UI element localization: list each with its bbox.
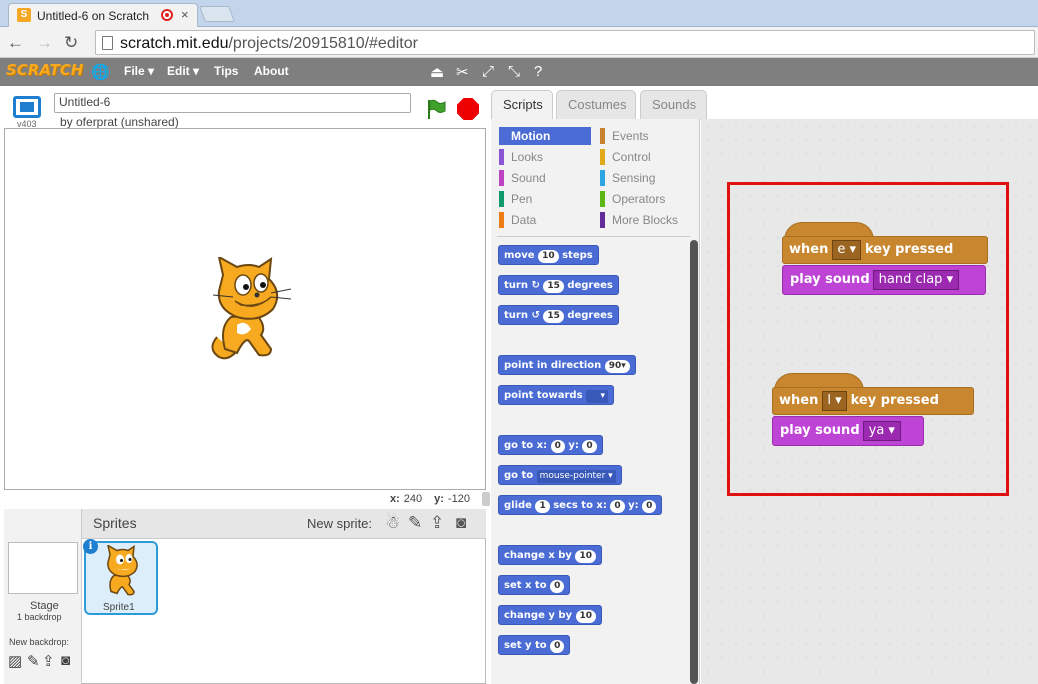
when-key-pressed-block[interactable]: when l ▾ key pressed xyxy=(772,387,974,415)
palette-scrollbar[interactable] xyxy=(690,240,698,684)
stage-thumbnail[interactable] xyxy=(8,542,78,594)
new-tab-button[interactable] xyxy=(199,6,235,22)
forward-icon[interactable]: → xyxy=(36,33,53,53)
duplicate-icon[interactable]: ⏏ xyxy=(430,63,444,81)
tab-sounds[interactable]: Sounds xyxy=(640,90,707,120)
scratch-logo[interactable]: SCRATCH xyxy=(6,61,83,79)
play-sound-block[interactable]: play sound ya ▾ xyxy=(772,416,924,446)
url-text: scratch.mit.edu/projects/20915810/#edito… xyxy=(120,35,418,52)
block-change-x[interactable]: change x by 10 xyxy=(498,545,602,565)
block-set-y[interactable]: set y to 0 xyxy=(498,635,571,655)
new-sprite-label: New sprite: xyxy=(307,516,373,531)
address-bar-row: ← → ↻ scratch.mit.edu/projects/20915810/… xyxy=(0,27,1038,58)
turn-left-icon: ↺ xyxy=(531,310,540,321)
category-sensing[interactable]: Sensing xyxy=(600,169,655,187)
fullscreen-icon[interactable] xyxy=(13,96,41,118)
scratch-favicon-icon: S xyxy=(17,8,31,22)
block-go-to-xy[interactable]: go to x: 0 y: 0 xyxy=(498,435,603,455)
camera-sprite-icon[interactable]: ◙ xyxy=(456,513,466,533)
scratch-cat-sprite[interactable] xyxy=(197,257,293,363)
menu-file[interactable]: File ▾ xyxy=(124,64,154,78)
green-flag-icon[interactable] xyxy=(425,98,447,120)
turn-right-icon: ↻ xyxy=(531,280,540,291)
grow-icon[interactable]: ⤢ xyxy=(482,63,494,80)
block-move-steps[interactable]: move 10 steps xyxy=(498,245,599,265)
backdrop-count: 1 backdrop xyxy=(17,612,62,622)
project-title-input[interactable]: Untitled-6 xyxy=(54,93,411,113)
paint-backdrop-icon[interactable]: ✎ xyxy=(27,652,40,670)
category-operators[interactable]: Operators xyxy=(600,190,665,208)
camera-backdrop-icon[interactable]: ◙ xyxy=(61,652,70,669)
block-set-x[interactable]: set x to 0 xyxy=(498,575,571,595)
block-change-y[interactable]: change y by 10 xyxy=(498,605,603,625)
menu-about[interactable]: About xyxy=(254,64,289,78)
shrink-icon[interactable]: ⤡ xyxy=(508,63,520,80)
key-dropdown[interactable]: e ▾ xyxy=(832,240,861,260)
stage-canvas[interactable] xyxy=(4,128,486,490)
upload-backdrop-icon[interactable]: ⇪ xyxy=(42,652,55,670)
backdrop-library-icon[interactable]: ▨ xyxy=(8,652,22,670)
back-icon[interactable]: ← xyxy=(7,33,24,53)
key-dropdown[interactable]: l ▾ xyxy=(822,391,847,411)
palette-divider xyxy=(497,236,690,237)
block-turn-right[interactable]: turn ↻ 15 degrees xyxy=(498,275,619,295)
tab-title: Untitled-6 on Scratch xyxy=(37,9,150,23)
upload-sprite-icon[interactable]: ⇪ xyxy=(430,513,444,533)
project-byline: by oferprat (unshared) xyxy=(60,115,179,129)
scratch-menubar: SCRATCH 🌐 File ▾ Edit ▾ Tips About ⏏ ✂ ⤢… xyxy=(0,58,1038,86)
block-glide[interactable]: glide 1 secs to x: 0 y: 0 xyxy=(498,495,663,515)
reload-icon[interactable]: ↻ xyxy=(64,33,78,53)
category-sound[interactable]: Sound xyxy=(499,169,546,187)
category-control[interactable]: Control xyxy=(600,148,651,166)
category-motion[interactable]: Motion xyxy=(499,127,591,145)
play-sound-block[interactable]: play sound hand clap ▾ xyxy=(782,265,986,295)
block-turn-left[interactable]: turn ↺ 15 degrees xyxy=(498,305,619,325)
tab-costumes[interactable]: Costumes xyxy=(556,90,636,120)
delete-icon[interactable]: ✂ xyxy=(456,63,469,81)
mouse-coordinates: x: 240 y: -120 xyxy=(390,493,470,505)
sound-dropdown[interactable]: ya ▾ xyxy=(862,421,901,441)
category-data[interactable]: Data xyxy=(499,211,536,229)
url-input[interactable]: scratch.mit.edu/projects/20915810/#edito… xyxy=(95,30,1035,55)
menu-tips[interactable]: Tips xyxy=(214,64,238,78)
sound-dropdown[interactable]: hand clap ▾ xyxy=(872,270,960,290)
browser-tab[interactable]: S Untitled-6 on Scratch × xyxy=(8,3,198,27)
category-looks[interactable]: Looks xyxy=(499,148,543,166)
stage-label: Stage xyxy=(30,600,59,612)
close-tab-icon[interactable]: × xyxy=(181,7,189,22)
new-backdrop-label: New backdrop: xyxy=(9,637,70,647)
tab-scripts[interactable]: Scripts xyxy=(491,90,553,120)
page-icon xyxy=(102,36,113,50)
sprite-library-icon[interactable]: ☃ xyxy=(385,513,400,533)
sprites-title: Sprites xyxy=(93,515,137,531)
help-icon[interactable]: ? xyxy=(534,63,542,80)
paint-sprite-icon[interactable]: ✎ xyxy=(408,513,422,533)
recording-icon xyxy=(161,9,173,21)
collapse-stage-handle[interactable] xyxy=(482,492,490,506)
category-events[interactable]: Events xyxy=(600,127,649,145)
block-go-to[interactable]: go to mouse-pointer ▾ xyxy=(498,465,622,485)
sprite1-cat-image xyxy=(107,545,138,596)
category-more-blocks[interactable]: More Blocks xyxy=(600,211,678,229)
menu-edit[interactable]: Edit ▾ xyxy=(167,64,199,78)
block-point-in-direction[interactable]: point in direction 90▾ xyxy=(498,355,636,375)
when-key-pressed-block[interactable]: when e ▾ key pressed xyxy=(782,236,988,264)
info-icon[interactable]: i xyxy=(83,539,98,554)
category-pen[interactable]: Pen xyxy=(499,190,532,208)
globe-icon[interactable]: 🌐 xyxy=(91,63,110,81)
sprite1-label: Sprite1 xyxy=(103,602,135,613)
stop-icon[interactable] xyxy=(457,98,479,120)
block-point-towards[interactable]: point towards ▾ xyxy=(498,385,614,405)
sprites-header xyxy=(82,509,486,539)
